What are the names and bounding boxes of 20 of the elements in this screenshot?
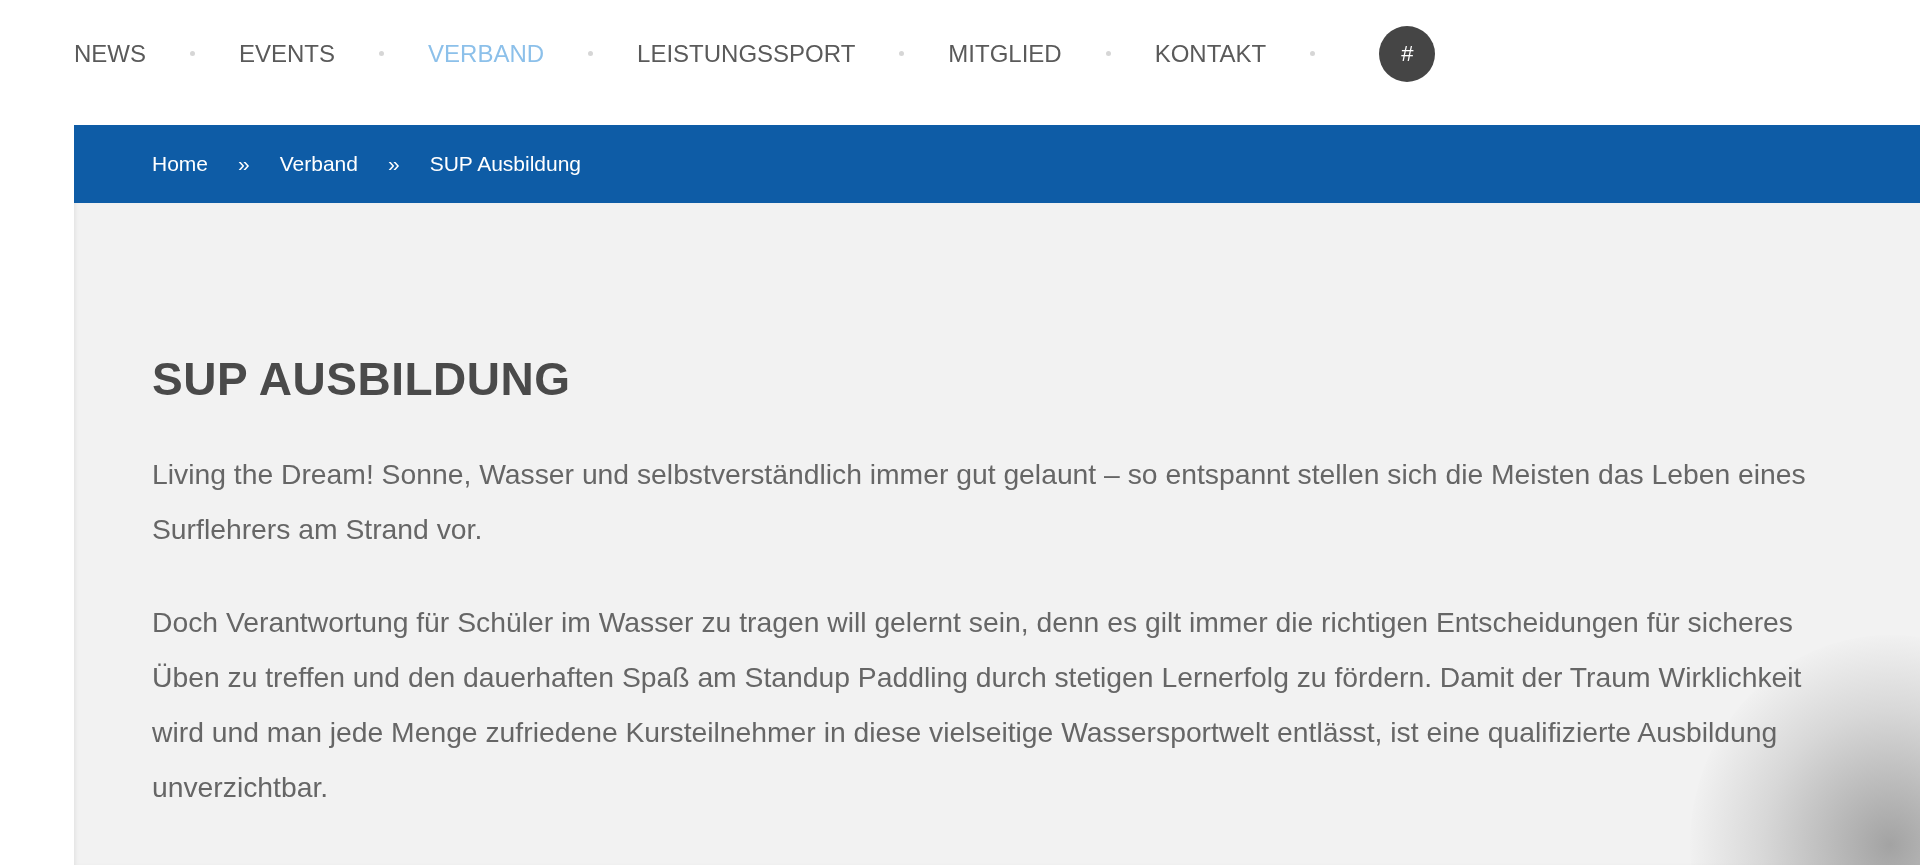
dot-icon bbox=[1310, 51, 1316, 56]
nav-link[interactable]: MITGLIED bbox=[948, 38, 1062, 69]
dot-icon bbox=[1105, 51, 1111, 56]
nav-link[interactable]: LEISTUNGSSPORT bbox=[637, 38, 856, 69]
breadcrumb-link[interactable]: Home bbox=[152, 152, 209, 176]
nav-link[interactable]: NEWS bbox=[74, 38, 146, 69]
nav-link[interactable]: KONTAKT bbox=[1154, 38, 1267, 69]
breadcrumb-link[interactable]: SUP Ausbildung bbox=[429, 152, 582, 176]
breadcrumb-separator: » bbox=[238, 152, 250, 176]
breadcrumb-separator: » bbox=[387, 152, 400, 176]
dot-icon bbox=[899, 51, 905, 56]
dot-icon bbox=[379, 51, 385, 56]
breadcrumb-link[interactable]: Verband bbox=[279, 152, 358, 176]
hashtag-button[interactable]: # bbox=[1379, 25, 1436, 82]
dot-icon bbox=[588, 51, 594, 56]
dot-icon bbox=[190, 51, 195, 56]
body-paragraph: Doch Verantwortung für Schüler im Wasser zu tragen will gelernt sein, denn es gilt immer die richtigen Entscheidungen für sicheres Üben zu treffen und den dauerhaften Spaß am Standup Paddling durch stetigen Lernerfolg zu fördern. Damit der Traum Wirklichkeit wird und man jede Menge zufriedene Kursteilnehmer in diese vielseitige Wassersportwelt entlässt, ist eine qualifizierte Ausbildung unverzichtbar. bbox=[152, 605, 1803, 805]
page-heading: SUP AUSBILDUNG bbox=[152, 352, 572, 407]
nav-link[interactable]: EVENTS bbox=[239, 38, 336, 69]
body-paragraph: Living the Dream! Sonne, Wasser und selbstverständlich immer gut gelaunt – so entspannt stellen sich die Meisten das Leben eines Surflehrers am Strand vor. bbox=[152, 457, 1807, 547]
